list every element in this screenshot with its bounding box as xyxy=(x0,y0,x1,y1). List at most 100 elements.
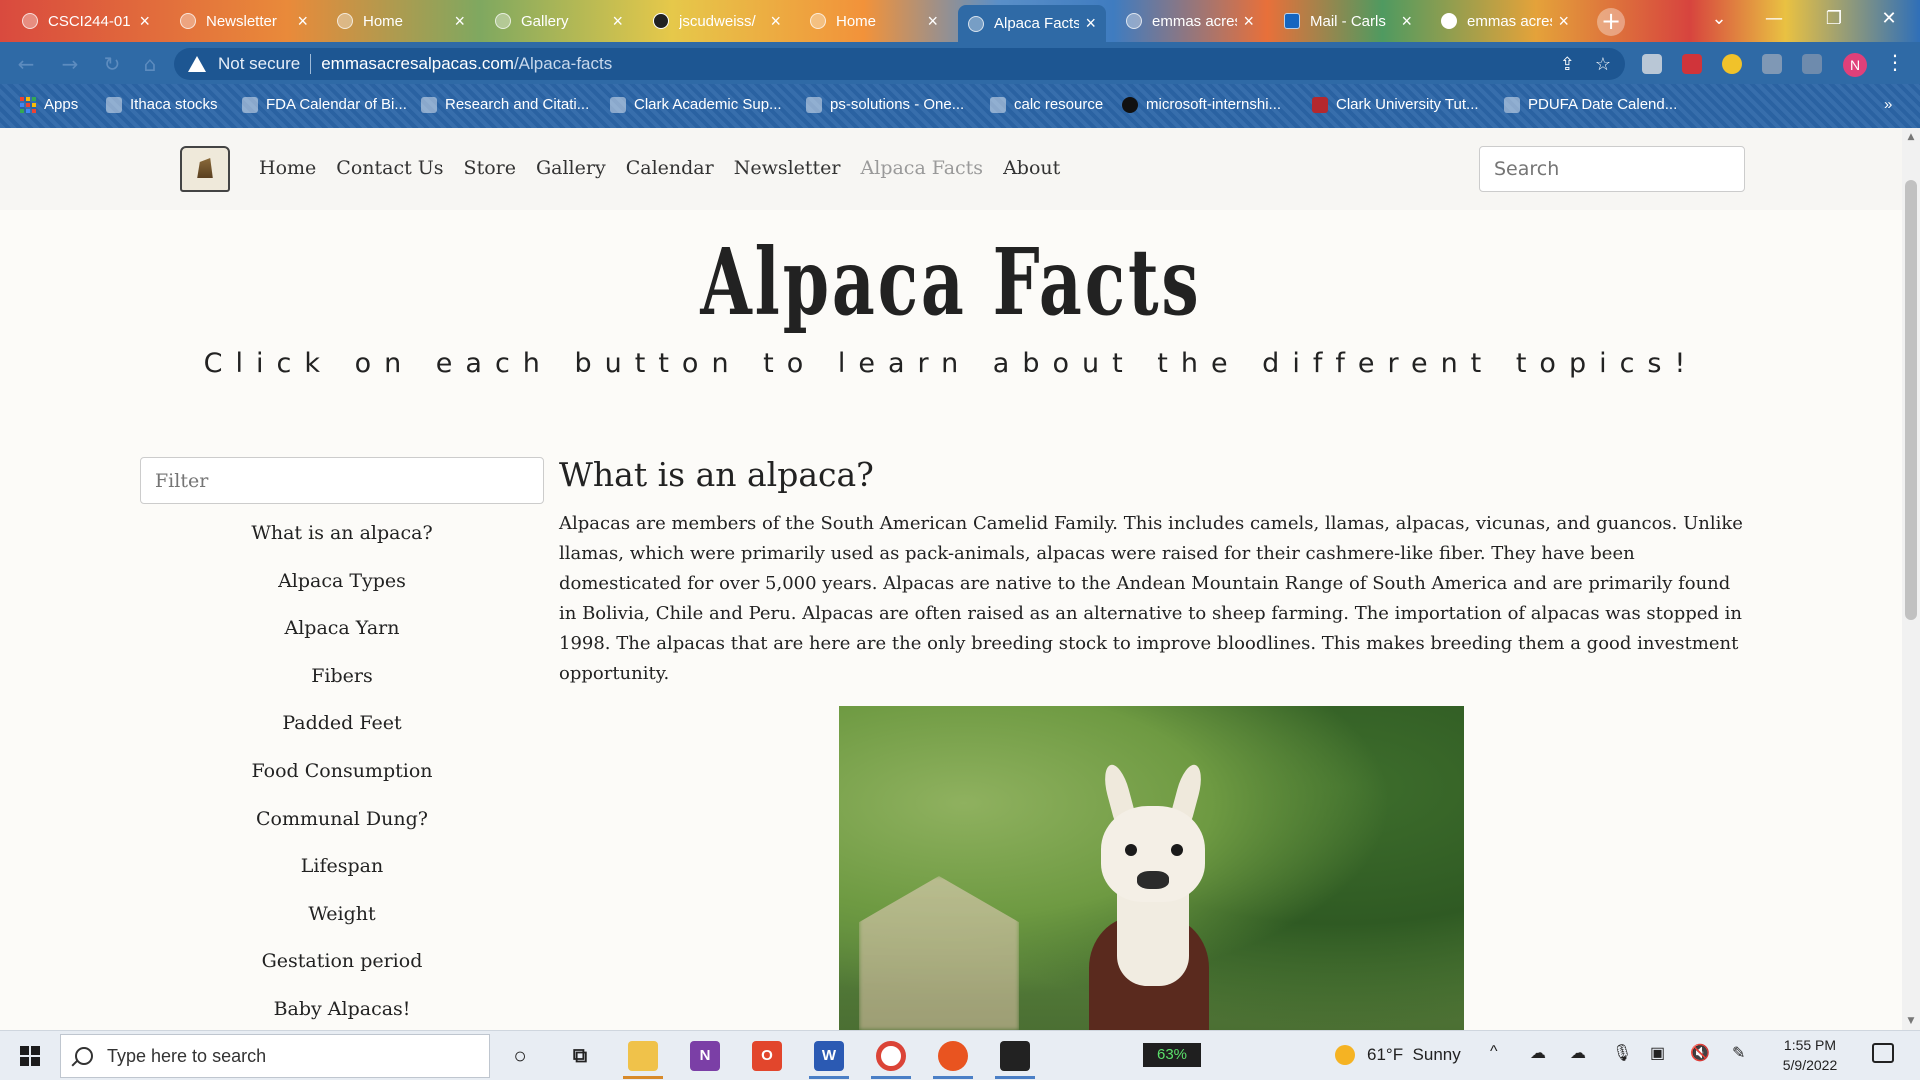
nav-calendar[interactable]: Calendar xyxy=(626,157,714,179)
browser-tab[interactable]: Gallery × xyxy=(485,3,633,39)
bookmark-item[interactable]: ps-solutions - One... xyxy=(806,96,964,113)
task-view-icon[interactable]: ⧉ xyxy=(565,1041,595,1071)
nav-alpaca-facts[interactable]: Alpaca Facts xyxy=(861,157,984,179)
scrollbar-thumb[interactable] xyxy=(1905,180,1917,620)
close-window-button[interactable]: ✕ xyxy=(1866,0,1912,40)
bookmark-item[interactable]: Ithaca stocks xyxy=(106,96,218,113)
browser-tab[interactable]: emmas acres × xyxy=(1431,3,1579,39)
page-scrollbar[interactable]: ▲ ▼ xyxy=(1902,128,1920,1030)
back-arrow-icon[interactable]: ← xyxy=(14,52,38,76)
scroll-down-icon[interactable]: ▼ xyxy=(1902,1014,1920,1028)
bookmark-star-icon[interactable]: ☆ xyxy=(1595,54,1611,75)
site-logo[interactable] xyxy=(180,146,230,192)
taskbar-clock[interactable]: 1:55 PM 5/9/2022 xyxy=(1770,1035,1850,1075)
pen-icon[interactable]: ✎ xyxy=(1732,1043,1745,1063)
browser-tab[interactable]: jscudweiss/ × xyxy=(643,3,791,39)
office-icon[interactable]: O xyxy=(752,1041,782,1071)
extension-icon[interactable] xyxy=(1722,54,1742,74)
extension-icon[interactable] xyxy=(1642,54,1662,74)
minimize-button[interactable]: — xyxy=(1751,0,1797,40)
not-secure-label[interactable]: Not secure xyxy=(218,54,300,74)
scroll-up-icon[interactable]: ▲ xyxy=(1902,130,1920,144)
puzzle-icon[interactable] xyxy=(1762,54,1782,74)
browser-tab[interactable]: Home × xyxy=(327,3,475,39)
browser-tab[interactable]: emmas acres × xyxy=(1116,3,1264,39)
bookmark-item[interactable]: Clark Academic Sup... xyxy=(610,96,782,113)
notification-icon[interactable] xyxy=(1872,1043,1894,1063)
topic-button[interactable]: Weight xyxy=(140,890,544,938)
close-tab-icon[interactable]: × xyxy=(297,11,308,32)
battery-widget[interactable]: 63% xyxy=(1143,1043,1201,1067)
nav-contact-us[interactable]: Contact Us xyxy=(336,157,443,179)
restore-button[interactable]: ❐ xyxy=(1811,0,1857,40)
nav-home[interactable]: Home xyxy=(259,157,316,179)
bookmark-item[interactable]: PDUFA Date Calend... xyxy=(1504,96,1677,113)
bookmark-item[interactable]: microsoft-internshi... xyxy=(1122,96,1281,113)
warning-icon[interactable] xyxy=(188,56,206,72)
extension-icon[interactable] xyxy=(1682,54,1702,74)
close-tab-icon[interactable]: × xyxy=(139,11,150,32)
topic-button[interactable]: Padded Feet xyxy=(140,699,544,747)
reload-icon[interactable]: ↻ xyxy=(100,52,124,76)
windows-start-icon[interactable] xyxy=(20,1046,40,1066)
bookmark-item[interactable]: FDA Calendar of Bi... xyxy=(242,96,407,113)
close-tab-icon[interactable]: × xyxy=(1401,11,1412,32)
nav-newsletter[interactable]: Newsletter xyxy=(734,157,841,179)
onedrive-icon[interactable]: ☁ xyxy=(1530,1043,1546,1063)
bookmark-item[interactable]: Research and Citati... xyxy=(421,96,589,113)
onenote-icon[interactable]: N xyxy=(690,1041,720,1071)
microphone-icon[interactable]: 🎙 xyxy=(1612,1043,1632,1063)
taskbar-search-box[interactable]: Type here to search xyxy=(60,1034,490,1078)
profile-avatar[interactable]: N xyxy=(1843,53,1867,77)
topic-button[interactable]: Fibers xyxy=(140,652,544,700)
network-icon[interactable]: ▣ xyxy=(1650,1043,1665,1063)
topic-button[interactable]: Food Consumption xyxy=(140,747,544,795)
bookmark-item[interactable]: calc resource xyxy=(990,96,1103,113)
topic-button[interactable]: Communal Dung? xyxy=(140,795,544,843)
close-tab-icon[interactable]: × xyxy=(1085,13,1096,34)
topic-button[interactable]: Lifespan xyxy=(140,842,544,890)
home-icon[interactable]: ⌂ xyxy=(138,52,162,76)
nav-store[interactable]: Store xyxy=(464,157,516,179)
browser-tab[interactable]: Newsletter × xyxy=(170,3,318,39)
close-tab-icon[interactable]: × xyxy=(454,11,465,32)
close-tab-icon[interactable]: × xyxy=(1558,11,1569,32)
chrome-icon[interactable] xyxy=(876,1041,906,1071)
word-icon[interactable]: W xyxy=(814,1041,844,1071)
browser-tab[interactable]: CSCI244-01 × xyxy=(12,3,160,39)
sticky-notes-icon[interactable] xyxy=(1000,1041,1030,1071)
tray-chevron-icon[interactable]: ^ xyxy=(1490,1043,1498,1061)
ubuntu-icon[interactable] xyxy=(938,1041,968,1071)
bookmark-item[interactable]: Clark University Tut... xyxy=(1312,96,1479,113)
file-explorer-icon[interactable] xyxy=(628,1041,658,1071)
close-tab-icon[interactable]: × xyxy=(927,11,938,32)
browser-tab[interactable]: Home × xyxy=(800,3,948,39)
close-tab-icon[interactable]: × xyxy=(770,11,781,32)
close-tab-icon[interactable]: × xyxy=(1243,11,1254,32)
topic-button[interactable]: Alpaca Types xyxy=(140,557,544,605)
cloud-sync-icon[interactable]: ☁ xyxy=(1570,1043,1586,1063)
weather-widget[interactable]: 61°F Sunny xyxy=(1335,1045,1461,1065)
browser-tab[interactable]: Mail - Carls × xyxy=(1274,3,1422,39)
bookmarks-overflow-icon[interactable]: » xyxy=(1884,96,1892,113)
cortana-icon[interactable]: ○ xyxy=(505,1041,535,1071)
menu-kebab-icon[interactable]: ⋮ xyxy=(1885,50,1905,74)
site-search-input[interactable] xyxy=(1479,146,1745,192)
share-icon[interactable]: ⇪ xyxy=(1560,54,1575,75)
nav-gallery[interactable]: Gallery xyxy=(536,157,606,179)
tab-search-chevron-icon[interactable]: ⌄ xyxy=(1696,0,1742,40)
topic-button[interactable]: What is an alpaca? xyxy=(140,509,544,557)
sidebar-icon[interactable] xyxy=(1802,54,1822,74)
forward-arrow-icon[interactable]: → xyxy=(58,52,82,76)
topic-button[interactable]: Gestation period xyxy=(140,937,544,985)
topic-button[interactable]: Alpaca Yarn xyxy=(140,604,544,652)
nav-about[interactable]: About xyxy=(1003,157,1060,179)
new-tab-button[interactable]: + xyxy=(1597,8,1625,36)
topic-button[interactable]: Baby Alpacas! xyxy=(140,985,544,1030)
close-tab-icon[interactable]: × xyxy=(612,11,623,32)
browser-tab-active[interactable]: Alpaca Facts × xyxy=(958,5,1106,42)
bookmark-apps[interactable]: Apps xyxy=(20,96,78,113)
topic-filter-input[interactable] xyxy=(140,457,544,504)
url-bar[interactable]: Not secure emmasacresalpacas.com/Alpaca-… xyxy=(174,48,1625,80)
volume-muted-icon[interactable]: 🔇 xyxy=(1690,1043,1710,1063)
